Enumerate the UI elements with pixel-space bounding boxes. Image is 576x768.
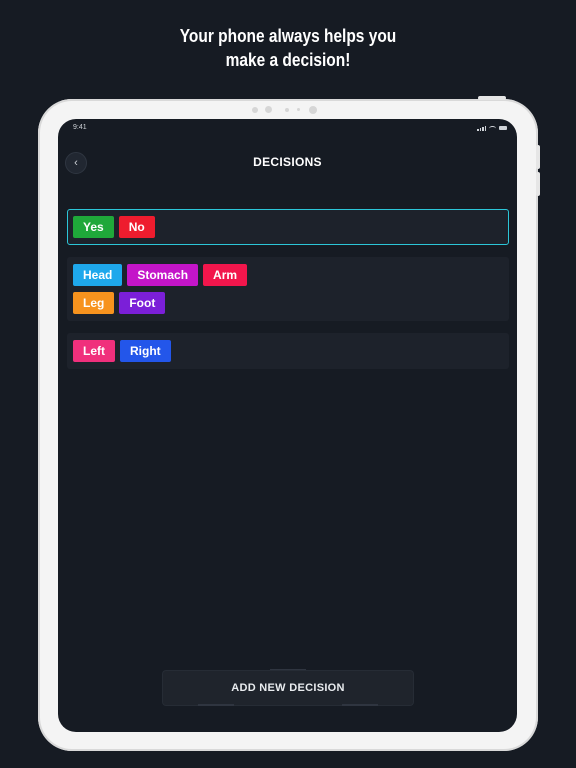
option-tag[interactable]: No — [118, 216, 155, 238]
device-volume-up-button — [536, 145, 540, 169]
option-tag[interactable]: Yes — [73, 216, 114, 238]
status-time: 9:41 — [73, 124, 87, 131]
add-new-decision-button[interactable]: ADD NEW DECISION — [163, 671, 413, 705]
status-icons — [477, 125, 507, 131]
camera-icon — [309, 106, 317, 114]
button-edge-highlight — [198, 704, 234, 706]
option-tag[interactable]: Foot — [119, 292, 166, 314]
button-edge-highlight — [342, 704, 378, 706]
option-tag[interactable]: Right — [120, 340, 171, 362]
option-row: Left Right — [73, 340, 503, 362]
promo-line-1: Your phone always helps you — [179, 26, 397, 46]
page-title: DECISIONS — [253, 155, 322, 169]
promo-line-2: make a decision! — [225, 50, 351, 70]
decision-card[interactable]: Left Right — [67, 333, 509, 369]
signal-icon — [477, 125, 486, 131]
option-tag[interactable]: Stomach — [127, 264, 199, 286]
app-screen: 9:41 ‹ DECISIONS Yes No Head Stomach Arm… — [58, 119, 517, 732]
sensor-dot — [252, 107, 258, 113]
option-tag[interactable]: Arm — [203, 264, 248, 286]
sensor-dot — [285, 108, 289, 112]
option-row: Yes No — [73, 216, 503, 238]
device-sensors — [250, 105, 330, 115]
wifi-icon — [489, 125, 496, 131]
option-row: Leg Foot — [73, 292, 503, 314]
sensor-dot — [265, 106, 272, 113]
device-volume-down-button — [536, 172, 540, 196]
option-row: Head Stomach Arm — [73, 264, 503, 286]
promo-headline: Your phone always helps you make a decis… — [40, 24, 535, 72]
option-tag[interactable]: Head — [73, 264, 123, 286]
decision-card[interactable]: Yes No — [67, 209, 509, 245]
device-top-button — [478, 96, 506, 100]
option-tag[interactable]: Left — [73, 340, 115, 362]
sensor-dot — [297, 108, 300, 111]
decision-card[interactable]: Head Stomach Arm Leg Foot — [67, 257, 509, 321]
battery-icon — [499, 126, 507, 130]
option-tag[interactable]: Leg — [73, 292, 115, 314]
